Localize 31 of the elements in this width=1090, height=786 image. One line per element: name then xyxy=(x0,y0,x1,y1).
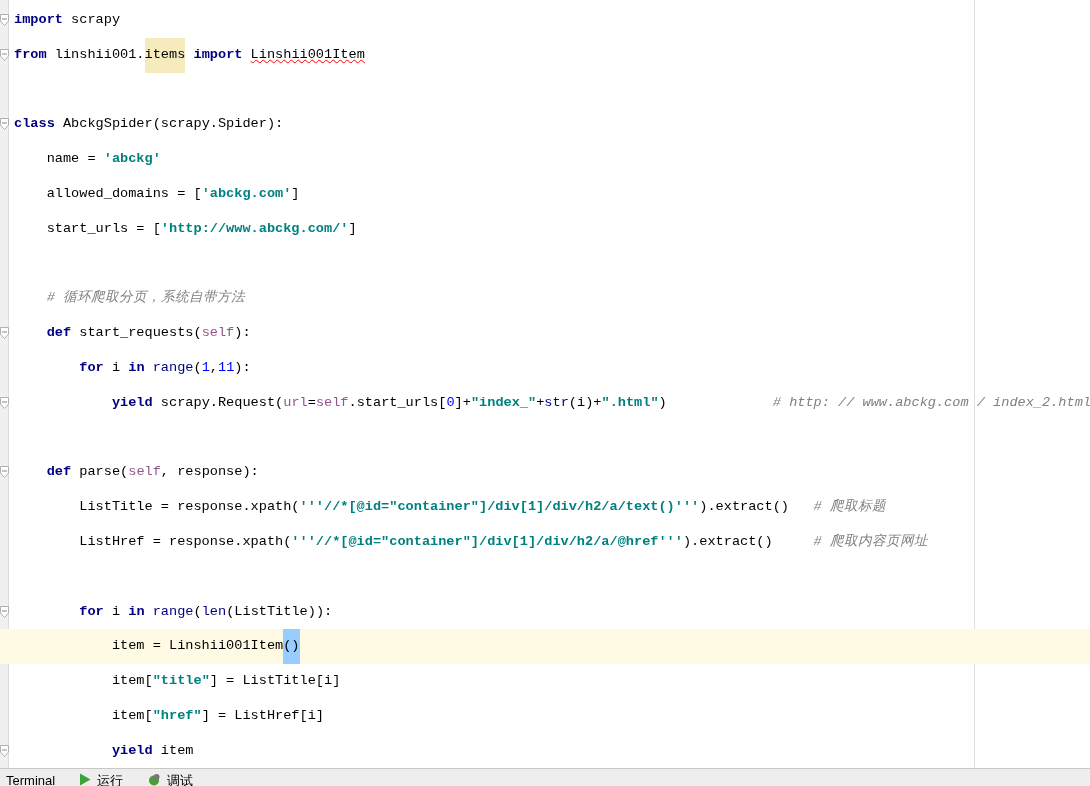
code-line: item["title"] = ListTitle[i] xyxy=(110,672,341,691)
code-line: for i in range(len(ListTitle)): xyxy=(78,602,333,621)
bug-icon xyxy=(147,773,162,786)
code-line: ListTitle = response.xpath('''//*[@id="container"]/div[1]/div/h2/a/text()''').extract() # 爬取标题 xyxy=(78,498,886,517)
fold-marker-icon[interactable] xyxy=(0,48,9,61)
code-line: # 循环爬取分页，系统自带方法 xyxy=(45,288,245,308)
code-line: class AbckgSpider(scrapy.Spider): xyxy=(14,115,284,134)
code-line: yield scrapy.Request(url=self.start_urls[0]+"index_"+str(i)+".html") # http: // www.abckg.com / index_2.html xyxy=(110,393,1090,412)
code-line: name = 'abckg' xyxy=(45,150,161,169)
code-line: yield item xyxy=(110,741,194,760)
tool-window-tab[interactable]: Terminal xyxy=(2,769,62,786)
tool-window-tab[interactable]: 调试 xyxy=(143,769,200,786)
play-icon xyxy=(79,773,92,786)
code-line: for i in range(1,11): xyxy=(78,358,251,377)
fold-marker-icon[interactable] xyxy=(0,327,9,340)
fold-marker-icon[interactable] xyxy=(0,605,9,618)
fold-marker-icon[interactable] xyxy=(0,744,9,757)
fold-marker-icon[interactable] xyxy=(0,14,9,26)
code-line: def start_requests(self): xyxy=(45,324,251,343)
code-line: item = Linshii001Item() xyxy=(14,629,300,665)
code-line: start_urls = ['http://www.abckg.com/'] xyxy=(45,219,357,238)
code-line: import scrapy xyxy=(14,11,121,29)
fold-marker-icon[interactable] xyxy=(0,466,9,479)
fold-marker-icon[interactable] xyxy=(0,118,9,131)
code-line: item["href"] = ListHref[i] xyxy=(110,706,324,725)
code-line: def parse(self, response): xyxy=(45,463,259,482)
code-line: from linshii001.items import Linshii001Item xyxy=(14,37,365,73)
tool-window-tab[interactable]: 运行 xyxy=(75,769,130,786)
code-line: ListHref = response.xpath('''//*[@id="container"]/div[1]/div/h2/a/@href''').extract() # 爬取内容页网址 xyxy=(78,532,928,551)
fold-marker-icon[interactable] xyxy=(0,396,9,409)
code-line: allowed_domains = ['abckg.com'] xyxy=(45,185,300,203)
